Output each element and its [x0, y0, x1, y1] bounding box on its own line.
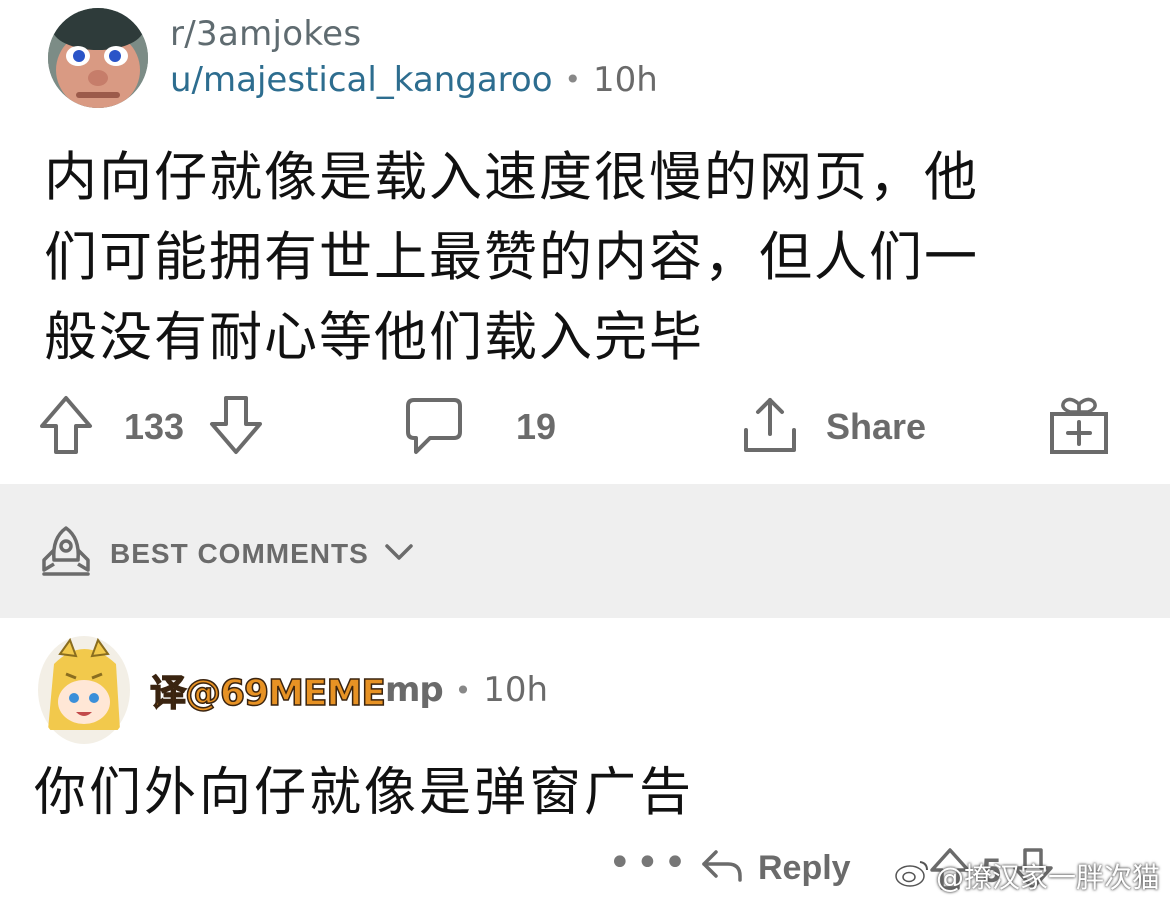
share-label: Share — [826, 406, 927, 447]
reply-label: Reply — [758, 848, 851, 887]
reply-button[interactable]: Reply — [700, 846, 851, 890]
meta-separator: • — [564, 63, 582, 96]
post-header: r/3amjokes u/majestical_kangaroo • 10h — [48, 8, 658, 108]
weibo-watermark-text: @撩汉家一胖次猫 — [935, 861, 1160, 894]
post-body-line: 般没有耐心等他们载入完毕 — [44, 307, 704, 368]
comment-body: 你们外向仔就像是弹窗广告 — [34, 763, 695, 823]
sort-label: BEST COMMENTS — [110, 538, 369, 569]
award-button[interactable] — [1048, 394, 1110, 460]
cartoon-avatar-icon — [38, 636, 130, 744]
reddit-post-screen: r/3amjokes u/majestical_kangaroo • 10h 内… — [0, 0, 1170, 906]
comment-author-suffix[interactable]: mp — [385, 670, 444, 710]
weibo-logo-icon — [894, 858, 930, 895]
comment-count: 19 — [516, 406, 557, 447]
rocket-icon — [38, 524, 94, 584]
gift-icon — [1048, 394, 1110, 460]
downvote-arrow-icon[interactable] — [208, 394, 264, 460]
meta-separator: • — [454, 673, 472, 707]
comment-header: 译@69MEME mp • 10h — [36, 634, 548, 746]
post-body-line: 内向仔就像是载入速度很慢的网页，他 — [44, 147, 979, 208]
comment-timestamp: 10h — [483, 670, 549, 710]
share-button[interactable]: Share — [740, 394, 926, 460]
post-action-bar: 133 19 Share — [0, 388, 1170, 464]
sort-comments-button[interactable]: BEST COMMENTS — [38, 524, 415, 584]
translator-watermark: 译@69MEME — [149, 672, 386, 715]
reply-arrow-icon — [700, 846, 744, 890]
post-author-avatar[interactable] — [48, 8, 148, 108]
comments-button[interactable]: 19 — [404, 394, 556, 460]
avatar-face-icon — [48, 8, 148, 108]
upvote-arrow-icon[interactable] — [38, 394, 94, 460]
post-body: 内向仔就像是载入速度很慢的网页，他 们可能拥有世上最赞的内容，但人们一 般没有耐… — [44, 138, 1134, 378]
share-icon — [740, 394, 800, 460]
post-body-line: 们可能拥有世上最赞的内容，但人们一 — [44, 227, 979, 288]
upvote-count: 133 — [124, 406, 185, 447]
weibo-watermark: @撩汉家一胖次猫 — [894, 856, 1160, 896]
post-author-link[interactable]: u/majestical_kangaroo — [170, 56, 553, 104]
comment-bubble-icon — [404, 394, 464, 460]
vote-group: 133 — [38, 394, 264, 460]
comment-author-avatar[interactable] — [36, 634, 132, 746]
chevron-down-icon — [383, 540, 415, 568]
subreddit-name[interactable]: r/3amjokes — [170, 12, 658, 56]
post-timestamp: 10h — [593, 60, 658, 100]
more-options-button[interactable]: ••• — [608, 840, 691, 886]
